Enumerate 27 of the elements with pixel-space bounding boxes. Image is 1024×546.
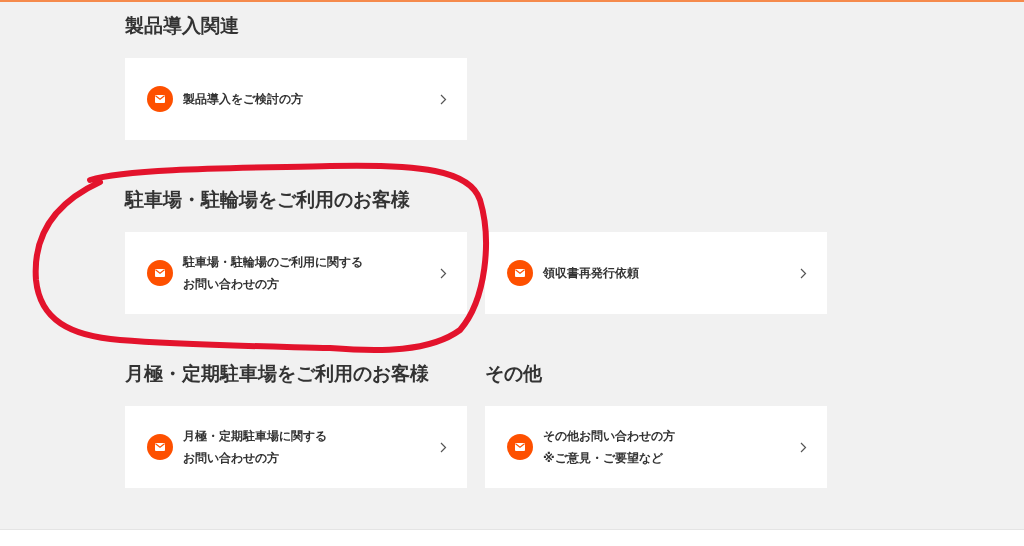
mail-icon	[147, 434, 173, 460]
section-heading: その他	[485, 361, 543, 385]
section-heading: 駐車場・駐輪場をご利用のお客様	[125, 187, 411, 211]
contact-card[interactable]: 駐車場・駐輪場のご利用に関する お問い合わせの方	[125, 232, 467, 314]
card-label: 駐車場・駐輪場のご利用に関する	[183, 255, 363, 269]
contact-card[interactable]: その他お問い合わせの方 ※ご意見・ご要望など	[485, 406, 827, 488]
chevron-right-icon	[800, 267, 807, 279]
mail-icon	[147, 260, 173, 286]
card-label: ※ご意見・ご要望など	[543, 451, 663, 465]
section-heading: 月極・定期駐車場をご利用のお客様	[125, 361, 430, 385]
contact-card[interactable]: 製品導入をご検討の方	[125, 58, 467, 140]
card-label: お問い合わせの方	[183, 451, 279, 465]
mail-icon	[507, 260, 533, 286]
chevron-right-icon	[440, 441, 447, 453]
card-label: 領収書再発行依頼	[543, 266, 639, 280]
section-heading: 製品導入関連	[125, 13, 240, 37]
chevron-right-icon	[800, 441, 807, 453]
contact-card[interactable]: 領収書再発行依頼	[485, 232, 827, 314]
card-label: その他お問い合わせの方	[543, 429, 675, 443]
card-label: お問い合わせの方	[183, 277, 279, 291]
contact-card[interactable]: 月極・定期駐車場に関する お問い合わせの方	[125, 406, 467, 488]
card-label: 月極・定期駐車場に関する	[183, 429, 327, 443]
mail-icon	[147, 86, 173, 112]
card-label: 製品導入をご検討の方	[183, 92, 303, 106]
mail-icon	[507, 434, 533, 460]
chevron-right-icon	[440, 267, 447, 279]
chevron-right-icon	[440, 93, 447, 105]
